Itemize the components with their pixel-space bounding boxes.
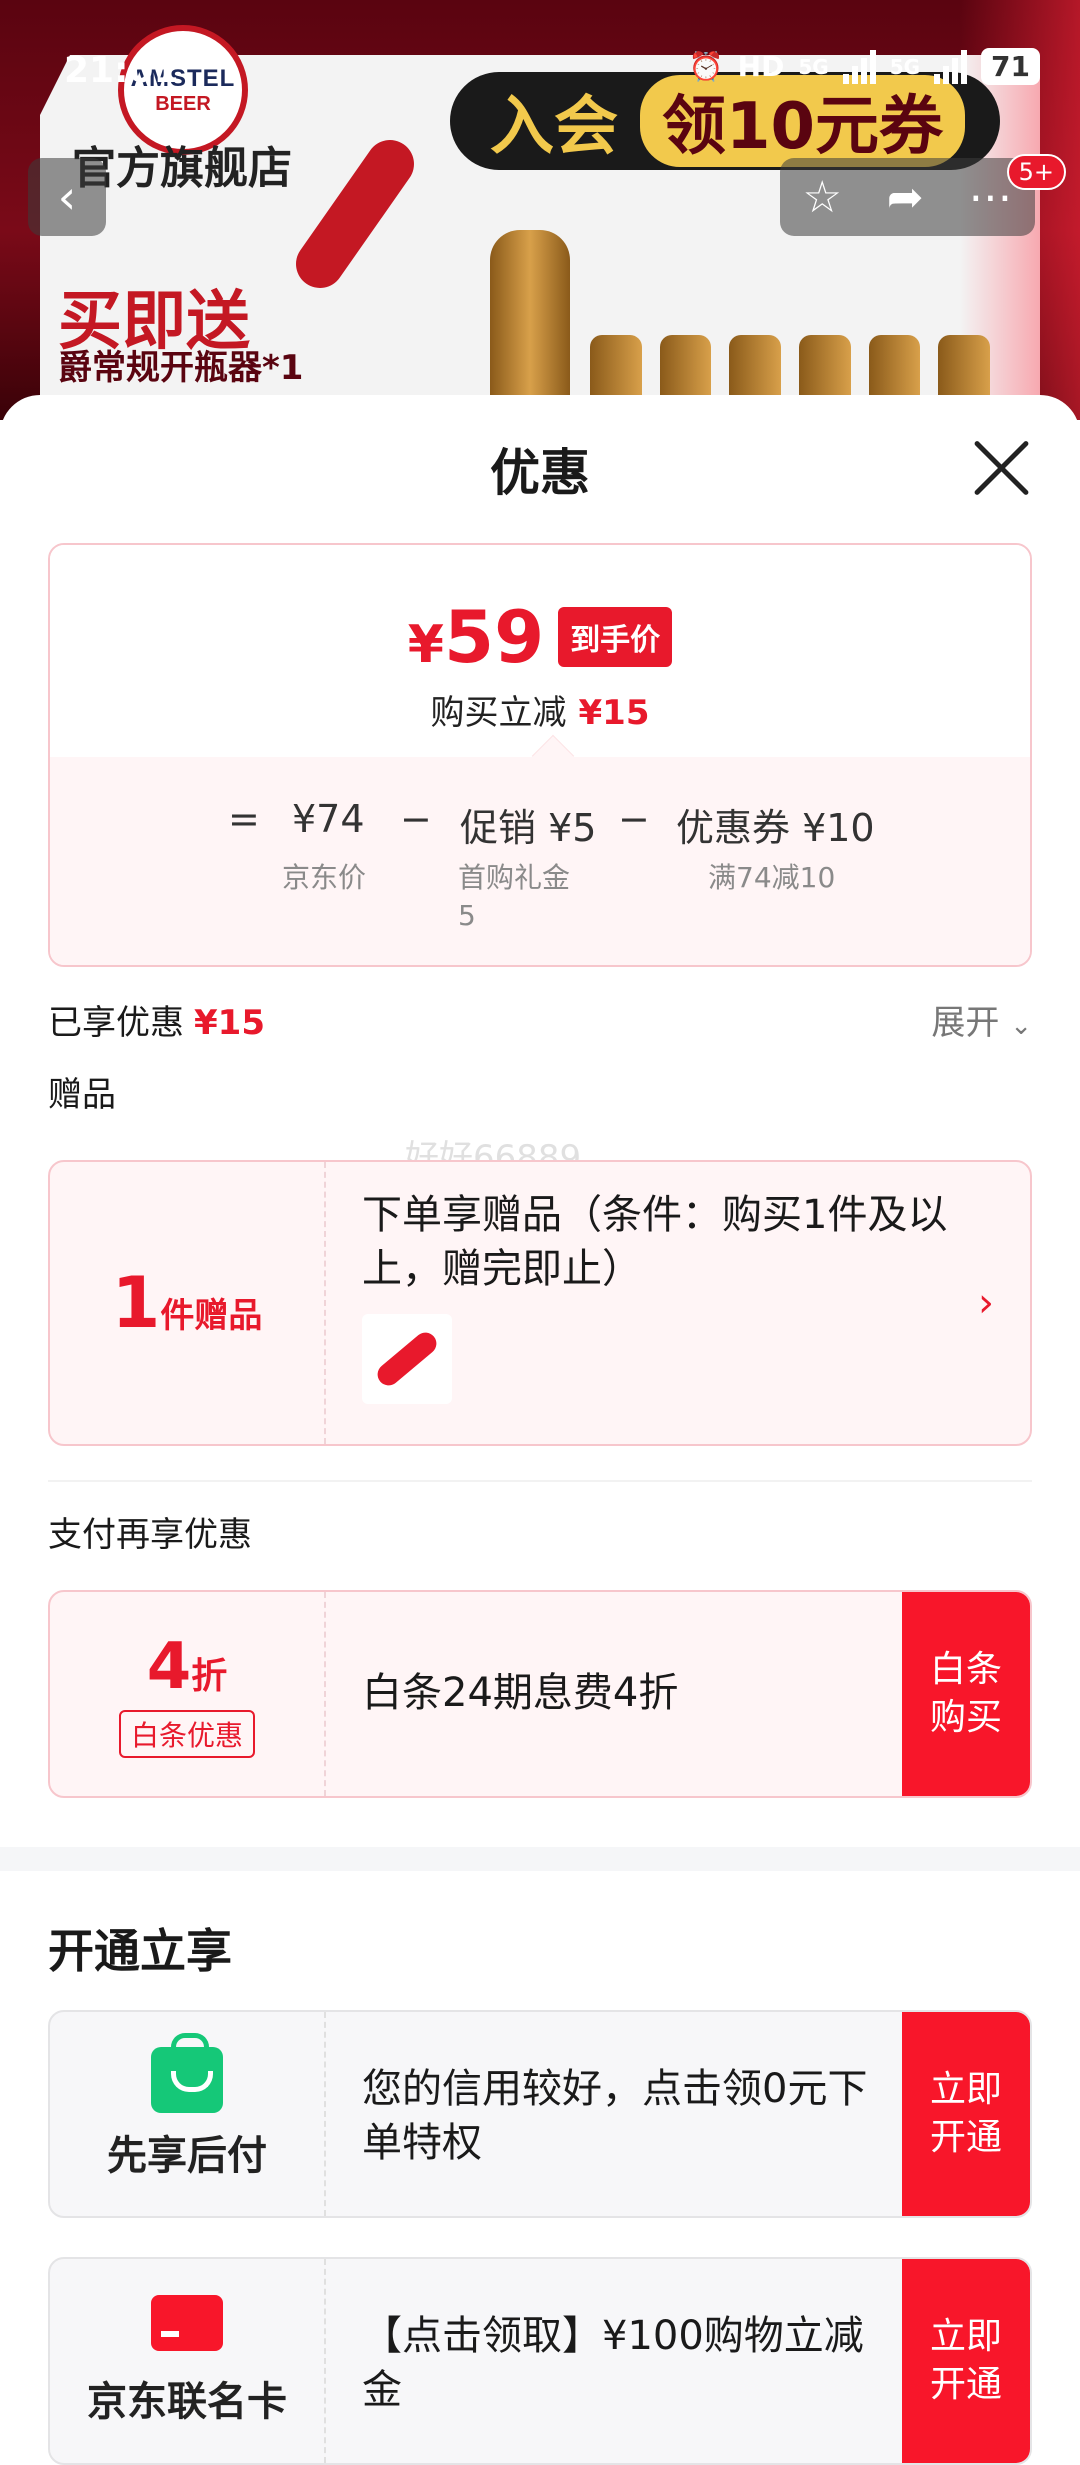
- back-button[interactable]: ‹: [28, 158, 106, 236]
- promo-sub-label: 首购礼金 5: [458, 859, 570, 935]
- discount-value: 4折: [147, 1630, 228, 1704]
- status-icons: ⏰ HD 5G 5G 71: [689, 48, 1040, 85]
- enjoyed-discount: 已享优惠 ¥15: [48, 995, 265, 1044]
- status-time: 21:01: [64, 50, 179, 91]
- open-section-title: 开通立享: [48, 1924, 232, 1978]
- chevron-right-icon: ›: [978, 1280, 994, 1326]
- jd-price-label: 京东价: [282, 861, 367, 894]
- discount-unit: 折: [191, 1656, 228, 1697]
- enjoyed-value: ¥15: [194, 1003, 265, 1043]
- pay-section-label: 支付再享优惠: [48, 1515, 252, 1555]
- gift-count-unit: 件赠品: [160, 1296, 263, 1336]
- minus-sign-2: −: [618, 797, 650, 841]
- coupon-sub-label: 满74减10: [708, 861, 836, 894]
- gift-subline: 爵常规开瓶器*1: [58, 348, 304, 388]
- jd-cobrand-name: 京东联名卡: [87, 2379, 287, 2425]
- gift-card-left: 1件赠品: [50, 1162, 326, 1444]
- pay-later-left: 先享后付: [50, 2012, 326, 2216]
- pay-later-description: 您的信用较好，点击领0元下单特权: [362, 2066, 868, 2166]
- shopping-bag-icon: [151, 2033, 223, 2113]
- jd-cobrand-open-button[interactable]: 立即开通: [902, 2259, 1030, 2463]
- equals-sign: =: [228, 797, 260, 841]
- discount-number: 4: [146, 1630, 192, 1704]
- pay-later-card: 先享后付 您的信用较好，点击领0元下单特权 立即开通: [48, 2010, 1032, 2218]
- gift-count: 1件赠品: [112, 1262, 263, 1344]
- gift-section-label: 赠品: [48, 1075, 116, 1115]
- pay-later-open-button[interactable]: 立即开通: [902, 2012, 1030, 2216]
- section-gap: [0, 1847, 1080, 1871]
- top-actions-bar: ☆ ➦ ⋯: [780, 158, 1035, 236]
- jd-price-value: ¥74: [292, 797, 365, 841]
- expand-label: 展开: [931, 1003, 1000, 1043]
- gift-thumbnail: [362, 1314, 452, 1404]
- alarm-icon: ⏰: [688, 50, 724, 83]
- baitiao-card-left: 4折 白条优惠: [50, 1592, 326, 1796]
- promo-sub-line2: 5: [458, 899, 476, 932]
- baitiao-buy-button[interactable]: 白条购买: [902, 1592, 1030, 1796]
- price-equation: = ¥74 − 促销 ¥5 − 优惠券 ¥10 京东价 首购礼金 5 满74减10: [50, 757, 1030, 965]
- final-price-amount: 59: [443, 595, 545, 679]
- saving-label: 购买立减: [430, 693, 567, 733]
- gift-count-number: 1: [111, 1262, 161, 1344]
- battery-icon: 71: [981, 48, 1040, 85]
- section-divider: [48, 1480, 1032, 1482]
- expand-button[interactable]: 展开 ⌄: [931, 995, 1032, 1044]
- more-icon[interactable]: ⋯: [969, 172, 1013, 223]
- signal-icon-2: [934, 49, 968, 84]
- network-label-2: 5G: [889, 54, 921, 79]
- message-badge: 5+: [1006, 154, 1066, 190]
- beer-bottle-image: [490, 230, 570, 420]
- baitiao-card: 4折 白条优惠 白条24期息费4折 白条购买: [48, 1590, 1032, 1798]
- coupon-amount: 优惠券 ¥10: [676, 806, 875, 850]
- baitiao-tag: 白条优惠: [118, 1710, 255, 1758]
- jd-cobrand-description: 【点击领取】¥100购物立减金: [362, 2313, 864, 2413]
- hd-icon: HD: [737, 50, 785, 83]
- jd-cobrand-left: 京东联名卡: [50, 2259, 326, 2463]
- close-button[interactable]: [969, 435, 1035, 501]
- sheet-title: 优惠: [490, 444, 590, 502]
- price-summary: ¥59 到手价 购买立减 ¥15: [50, 545, 1030, 757]
- favorite-star-icon[interactable]: ☆: [802, 172, 841, 223]
- pay-later-name: 先享后付: [107, 2133, 267, 2179]
- saving-value: ¥15: [578, 693, 650, 733]
- chevron-down-icon: ⌄: [1010, 1011, 1032, 1041]
- network-label-1: 5G: [798, 54, 829, 79]
- credit-card-icon: [151, 2295, 223, 2351]
- status-bar: 21:01 ⏰ HD 5G 5G 71: [0, 0, 1080, 130]
- minus-sign-1: −: [400, 797, 432, 841]
- final-price-tag: 到手价: [558, 607, 673, 667]
- promo-sub-line1: 首购礼金: [458, 861, 571, 894]
- gift-description: 下单享赠品（条件：购买1件及以上，赠完即止）: [362, 1192, 948, 1292]
- saving-row: 购买立减 ¥15: [50, 685, 1030, 734]
- chevron-left-icon: ‹: [57, 170, 77, 224]
- final-price: ¥59: [408, 595, 544, 679]
- jd-cobrand-card: 京东联名卡 【点击领取】¥100购物立减金 立即开通: [48, 2257, 1032, 2465]
- signal-icon: [842, 49, 876, 84]
- baitiao-description: 白条24期息费4折: [362, 1670, 679, 1716]
- price-breakdown-card: ¥59 到手价 购买立减 ¥15 = ¥74 − 促销 ¥5 − 优惠券 ¥10 …: [48, 543, 1032, 967]
- promo-amount: 促销 ¥5: [460, 806, 597, 850]
- discount-sheet: 优惠 ¥59 到手价 购买立减 ¥15 = ¥74 − 促销 ¥5 − 优惠券 ¥…: [0, 395, 1080, 2465]
- currency-symbol: ¥: [407, 615, 444, 675]
- gift-card[interactable]: 1件赠品 下单享赠品（条件：购买1件及以上，赠完即止） ›: [48, 1160, 1032, 1446]
- share-icon[interactable]: ➦: [887, 172, 924, 223]
- enjoyed-label: 已享优惠: [48, 1003, 184, 1043]
- final-price-row: ¥59 到手价: [50, 595, 1030, 679]
